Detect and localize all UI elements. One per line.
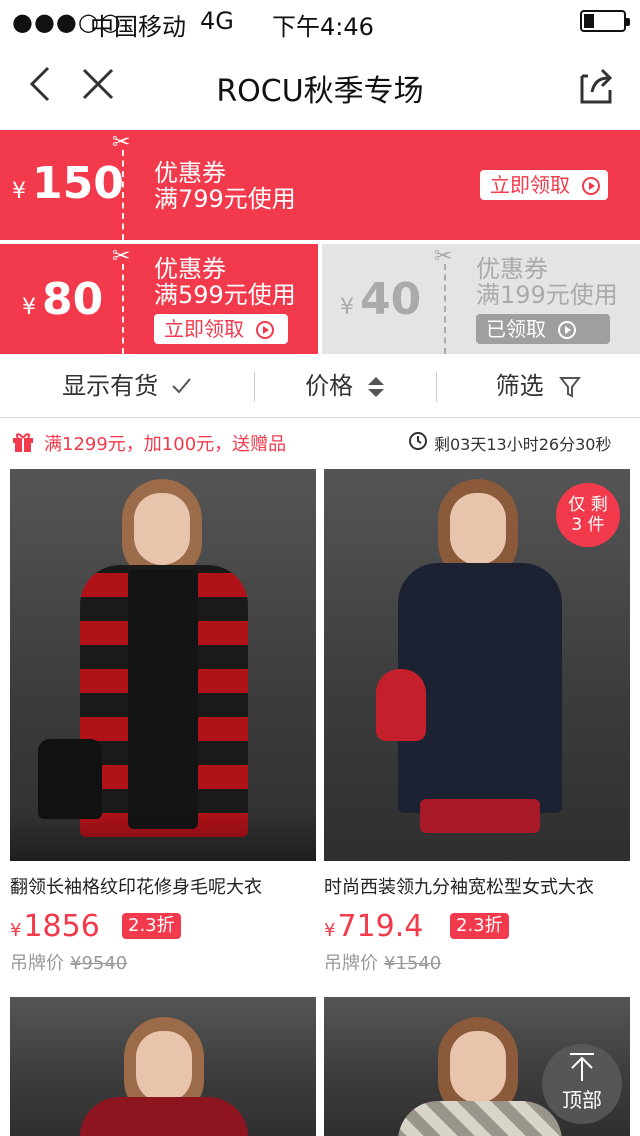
play-icon (256, 321, 274, 339)
coupon-40[interactable]: ¥40 ✂ 优惠券 满199元使用 已领取 (322, 244, 640, 354)
discount-badge: 2.3折 (122, 913, 181, 939)
clock-icon (409, 432, 427, 450)
scissors-icon: ✂ (112, 244, 131, 269)
original-price: 吊牌价 ¥1540 (324, 953, 442, 974)
coupon-amount: ¥80 (22, 274, 104, 325)
coupon-amount: ¥40 (340, 274, 422, 325)
scissors-icon: ✂ (112, 130, 131, 155)
arrow-up-icon (570, 1053, 594, 1081)
product-price: ¥1856 (10, 909, 100, 944)
play-icon (558, 321, 576, 339)
filter-in-stock[interactable]: 显示有货 (0, 354, 254, 418)
product-image[interactable]: 仅 剩 3 件 (324, 469, 630, 861)
claim-coupon-button[interactable]: 立即领取 (480, 170, 608, 200)
coupon-condition: 满599元使用 (154, 281, 296, 309)
nav-bar: ROCU秋季专场 (0, 40, 640, 130)
product-card[interactable] (10, 997, 316, 1136)
scissors-icon: ✂ (434, 244, 453, 269)
sort-icon (367, 377, 384, 397)
funnel-icon (559, 377, 582, 398)
product-card[interactable]: 仅 剩 3 件 时尚西装领九分袖宽松型女式大衣 ¥719.4 2.3折 吊牌价 ¥… (324, 469, 630, 989)
product-card[interactable]: 翻领长袖格纹印花修身毛呢大衣 ¥1856 2.3折 吊牌价 ¥9540 (10, 469, 316, 989)
gift-icon (13, 433, 33, 452)
clock-time: 下午4:46 (272, 13, 374, 41)
claim-coupon-button[interactable]: 立即领取 (154, 314, 288, 344)
coupon-80[interactable]: ¥80 ✂ 优惠券 满599元使用 立即领取 (0, 244, 318, 354)
status-bar: ●●●○○ 中国移动 4G 下午4:46 (0, 0, 640, 41)
stock-badge: 仅 剩 3 件 (556, 483, 620, 547)
back-to-top-button[interactable]: 顶部 (542, 1044, 622, 1124)
check-icon (172, 378, 191, 394)
product-name[interactable]: 时尚西装领九分袖宽松型女式大衣 (324, 873, 630, 899)
coupon-condition: 满799元使用 (154, 185, 296, 213)
filter-price[interactable]: 价格 (255, 354, 435, 418)
coupon-label: 优惠券 (154, 159, 226, 187)
coupon-condition: 满199元使用 (476, 281, 618, 309)
original-price: 吊牌价 ¥9540 (10, 953, 128, 974)
network-type: 4G (200, 7, 234, 35)
coupon-label: 优惠券 (154, 255, 226, 283)
play-icon (582, 177, 600, 195)
discount-badge: 2.3折 (450, 913, 509, 939)
claimed-coupon-button[interactable]: 已领取 (476, 314, 610, 344)
promo-banner: 满1299元，加100元，送赠品 剩03天13小时26分30秒 (0, 419, 640, 465)
carrier-name: 中国移动 (90, 13, 186, 41)
coupon-label: 优惠券 (476, 255, 548, 283)
promo-text: 满1299元，加100元，送赠品 (44, 434, 287, 455)
product-image[interactable] (10, 469, 316, 861)
filter-button[interactable]: 筛选 (437, 354, 640, 418)
product-image[interactable] (10, 997, 316, 1136)
back-to-top-label: 顶部 (562, 1088, 602, 1112)
share-icon[interactable] (574, 64, 616, 106)
filter-bar: 显示有货 价格 筛选 (0, 354, 640, 418)
battery-icon (580, 10, 630, 32)
coupon-amount: ¥150 (12, 158, 124, 209)
page-title: ROCU秋季专场 (216, 74, 424, 109)
product-name[interactable]: 翻领长袖格纹印花修身毛呢大衣 (10, 873, 316, 899)
coupon-150[interactable]: ¥150 ✂ 优惠券 满799元使用 立即领取 (0, 130, 640, 240)
product-price: ¥719.4 (324, 909, 424, 944)
countdown-timer: 剩03天13小时26分30秒 (434, 435, 612, 454)
